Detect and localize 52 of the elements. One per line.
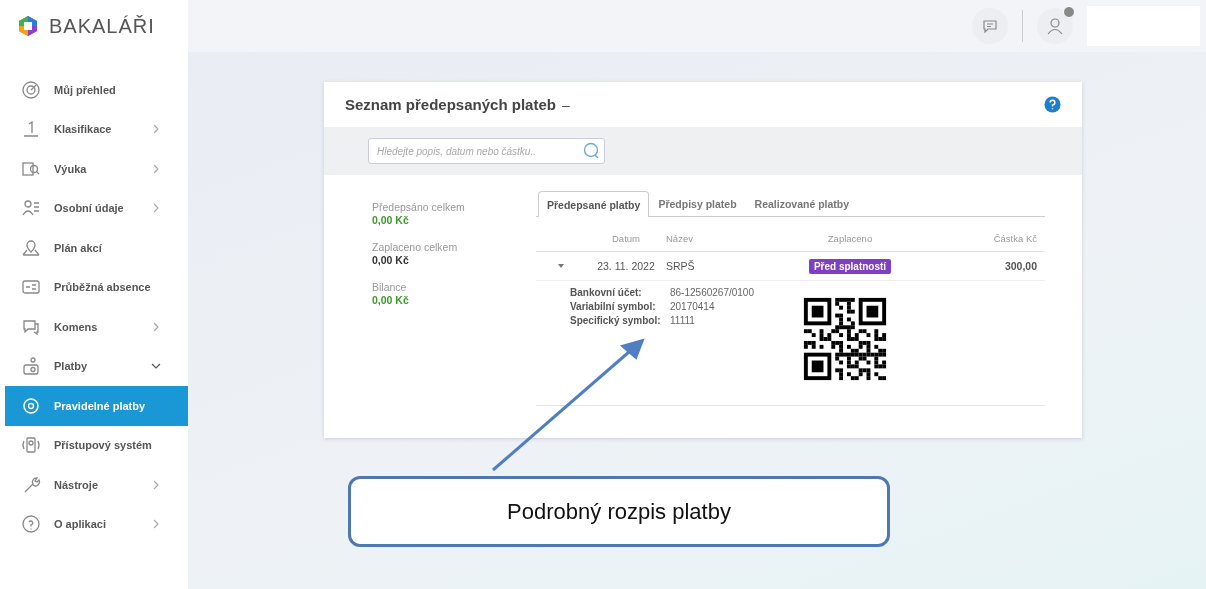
- message-icon: [983, 19, 997, 33]
- detail-label: Bankovní účet:: [570, 287, 643, 298]
- column-header: Datum: [611, 231, 641, 246]
- sidebar-item[interactable]: Klasifikace: [5, 109, 188, 149]
- messages-button[interactable]: [972, 8, 1008, 44]
- app-logo-text: BAKALÁŘI: [49, 14, 155, 38]
- table-cell-text: 300,00: [1003, 260, 1038, 272]
- card-title: Seznam předepsaných plateb: [345, 96, 556, 113]
- summary-label: Předepsáno celkem: [372, 201, 466, 213]
- column-header: Částka Kč: [992, 231, 1038, 246]
- sidebar-item[interactable]: Výuka: [5, 149, 188, 189]
- summary-label: Zaplaceno celkem: [372, 241, 459, 253]
- sidebar-item[interactable]: Nástroje: [5, 465, 188, 505]
- search-icon[interactable]: [582, 142, 600, 160]
- help-icon: [21, 514, 41, 535]
- summary-value: 0,00 Kč: [372, 294, 410, 306]
- status-badge: [1063, 6, 1075, 18]
- table-cell-text: SRPŠ: [666, 260, 696, 272]
- search-field[interactable]: Hledejte popis, datum nebo částku..: [368, 138, 605, 164]
- detail-label: Specifický symbol:: [570, 315, 662, 326]
- table-cell-text: 23. 11. 2022: [596, 260, 656, 272]
- sidebar-item[interactable]: Plán akcí: [5, 228, 188, 268]
- detail-value: 86-12560267/0100: [670, 287, 755, 298]
- summary-value: 0,00 Kč: [372, 214, 410, 226]
- user-icon: [1046, 17, 1064, 35]
- sidebar-item[interactable]: O aplikaci: [5, 504, 188, 544]
- tab[interactable]: Realizované platby: [745, 191, 859, 216]
- callout-box: Podrobný rozpis platby: [348, 476, 890, 547]
- sidebar-item[interactable]: Přístupový systém: [5, 425, 188, 465]
- column-header: Název: [666, 231, 694, 246]
- detail-label: Variabilní symbol:: [570, 301, 657, 312]
- map-pin-icon: [21, 237, 41, 258]
- detail-value: 11111: [670, 315, 696, 326]
- detail-value: 20170414: [670, 301, 716, 312]
- summary-label: Bilance: [372, 281, 408, 293]
- column-header: Zaplaceno: [826, 231, 874, 246]
- user-button[interactable]: [1037, 8, 1073, 44]
- tab[interactable]: Předepsané platby: [538, 191, 650, 217]
- sidebar-item[interactable]: Můj přehled: [5, 70, 188, 110]
- number-icon: [21, 119, 41, 140]
- sidebar-item[interactable]: Komens: [5, 307, 188, 347]
- expand-arrow-icon[interactable]: [557, 262, 565, 270]
- logo-icon: [17, 15, 39, 37]
- status-badge: Před splatností: [808, 258, 892, 274]
- target-icon: [21, 79, 41, 100]
- sidebar-item[interactable]: Průběžná absence: [5, 267, 188, 307]
- sidebar-item[interactable]: Osobní údaje: [5, 188, 188, 228]
- sidebar-item[interactable]: Platby: [5, 346, 188, 386]
- summary-value: 0,00 Kč: [372, 254, 410, 266]
- tab[interactable]: Předpisy plateb: [649, 191, 746, 216]
- title-dash: –: [561, 96, 570, 113]
- help-icon[interactable]: [1044, 96, 1061, 113]
